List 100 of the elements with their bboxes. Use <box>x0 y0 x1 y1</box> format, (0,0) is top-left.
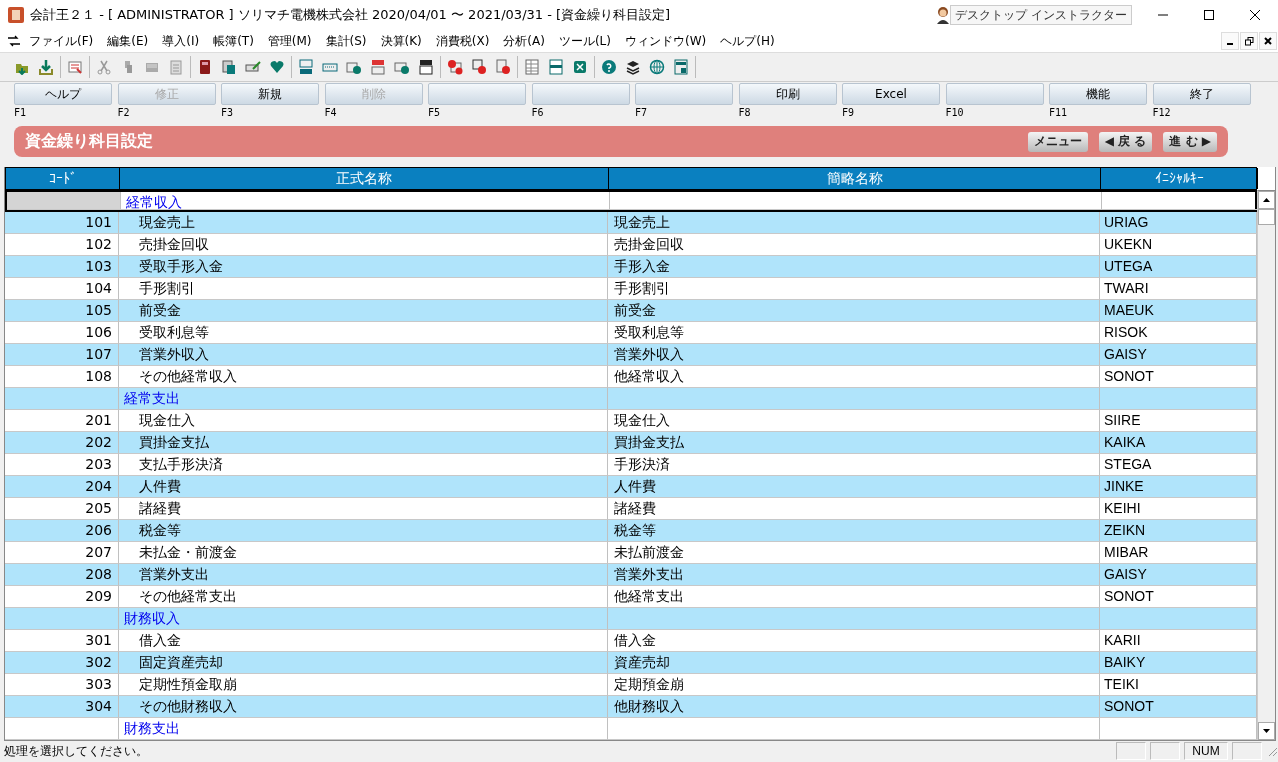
minimize-button[interactable] <box>1221 32 1239 50</box>
table-row[interactable]: 103 受取手形入金 手形入金 UTEGA <box>5 256 1257 278</box>
key-label: F1 <box>14 107 27 118</box>
table-row[interactable]: 205 諸経費 諸経費 KEIHI <box>5 498 1257 520</box>
clipboard-icon[interactable] <box>168 59 184 75</box>
status-panel <box>1232 742 1262 760</box>
table-row[interactable]: 102 売掛金回収 売掛金回収 UKEKN <box>5 234 1257 256</box>
calculator-icon[interactable] <box>673 59 689 75</box>
help-icon[interactable] <box>601 59 617 75</box>
close-icon <box>1250 10 1260 20</box>
menu-item[interactable]: 管理(M) <box>260 32 319 50</box>
table-row[interactable]: 経常収入 <box>5 190 1257 212</box>
menu-item[interactable]: 消費税(X) <box>428 32 497 50</box>
function-key-button[interactable]: 機能 <box>1049 83 1147 105</box>
list-icon[interactable] <box>67 59 83 75</box>
column-header[interactable]: 簡略名称 <box>609 168 1101 189</box>
function-key-button[interactable]: 印刷 <box>738 83 837 105</box>
table-row[interactable]: 203 支払手形決済 手形決済 STEGA <box>5 454 1257 476</box>
app-logo-icon <box>8 7 24 23</box>
table-row[interactable]: 財務支出 <box>5 718 1257 740</box>
key-label: F2 <box>117 107 130 118</box>
window-title: 会計王２１ - [ ADMINISTRATOR ] ソリマチ電機株式会社 2020/04/01 〜 2021/03/31 - [資金繰り科目設定] <box>30 6 672 24</box>
table-row[interactable]: 204 人件費 人件費 JINKE <box>5 476 1257 498</box>
close-button[interactable] <box>1259 32 1277 50</box>
menu-item[interactable]: ヘルプ(H) <box>713 32 782 50</box>
key-label: F8 <box>738 107 751 118</box>
table-row[interactable]: 104 手形割引 手形割引 TWARI <box>5 278 1257 300</box>
status-panel <box>1150 742 1180 760</box>
column-header[interactable]: ｲﾆｼｬﾙｷｰ <box>1101 168 1258 189</box>
yen-sheet-icon[interactable] <box>346 59 362 75</box>
instructor-badge[interactable]: デスクトップ インストラクター <box>950 5 1132 25</box>
coin-sheet-icon[interactable] <box>394 59 410 75</box>
table-row[interactable]: 303 定期性預金取崩 定期預金崩 TEIKI <box>5 674 1257 696</box>
add-sheet-icon[interactable] <box>447 59 463 75</box>
menu-item[interactable]: ファイル(F) <box>22 32 101 50</box>
key-label: F3 <box>221 107 234 118</box>
layers-icon[interactable] <box>625 59 641 75</box>
scroll-up-button[interactable] <box>1258 191 1275 209</box>
spreadsheet-icon[interactable] <box>572 59 588 75</box>
calendar-add-icon[interactable] <box>471 59 487 75</box>
table-row[interactable]: 108 その他経常収入 他経常収入 SONOT <box>5 366 1257 388</box>
table-row[interactable]: 207 未払金・前渡金 未払前渡金 MIBAR <box>5 542 1257 564</box>
scissors-icon[interactable] <box>96 59 112 75</box>
table-row[interactable]: 301 借入金 借入金 KARII <box>5 630 1257 652</box>
table-row[interactable]: 201 現金仕入 現金仕入 SIIRE <box>5 410 1257 432</box>
function-key-button[interactable]: 新規 <box>221 83 319 105</box>
function-key-button[interactable]: ヘルプ <box>14 83 112 105</box>
table-row[interactable]: 経常支出 <box>5 388 1257 410</box>
table-row[interactable]: 208 営業外支出 営業外支出 GAISY <box>5 564 1257 586</box>
keyboard-pen-icon[interactable] <box>245 59 261 75</box>
status-message: 処理を選択してください。 <box>4 742 149 760</box>
nav-button[interactable]: メニュー <box>1027 131 1088 152</box>
pages-icon[interactable] <box>221 59 237 75</box>
scroll-down-button[interactable] <box>1258 722 1275 740</box>
grid-icon[interactable] <box>524 59 540 75</box>
table-row[interactable]: 304 その他財務収入 他財務収入 SONOT <box>5 696 1257 718</box>
table-row[interactable]: 106 受取利息等 受取利息等 RISOK <box>5 322 1257 344</box>
heart-icon[interactable] <box>269 59 285 75</box>
table-row[interactable]: 209 その他経常支出 他経常支出 SONOT <box>5 586 1257 608</box>
restore-button[interactable] <box>1240 32 1258 50</box>
nav-button[interactable]: ◀ 戻 る <box>1098 131 1153 152</box>
globe-icon[interactable] <box>649 59 665 75</box>
table-row[interactable]: 202 買掛金支払 買掛金支払 KAIKA <box>5 432 1257 454</box>
menu-item[interactable]: ウィンドウ(W) <box>618 32 714 50</box>
key-label: F12 <box>1152 107 1171 118</box>
menu-item[interactable]: 導入(I) <box>155 32 207 50</box>
section-heading-cell: 経常収入 <box>121 192 610 210</box>
key-label: F5 <box>428 107 441 118</box>
menu-item[interactable]: 編集(E) <box>100 32 156 50</box>
menu-item[interactable]: 帳簿(T) <box>206 32 261 50</box>
down-arrow-icon <box>1263 729 1270 733</box>
column-header[interactable]: ｺｰﾄﾞ <box>6 168 120 189</box>
menu-item[interactable]: 決算(K) <box>373 32 429 50</box>
column-header[interactable]: 正式名称 <box>120 168 609 189</box>
table-icon[interactable] <box>548 59 564 75</box>
download-icon[interactable] <box>38 59 54 75</box>
table-row[interactable]: 302 固定資産売却 資産売却 BAIKY <box>5 652 1257 674</box>
page-title: 資金繰り科目設定 <box>25 131 154 152</box>
calendar-icon[interactable] <box>418 59 434 75</box>
nav-button[interactable]: 進 む ▶ <box>1163 131 1217 152</box>
table-row[interactable]: 107 営業外収入 営業外収入 GAISY <box>5 344 1257 366</box>
function-key-button[interactable]: Excel <box>842 83 940 105</box>
menu-item[interactable]: 分析(A) <box>496 32 552 50</box>
table-row[interactable]: 206 税金等 税金等 ZEIKN <box>5 520 1257 542</box>
key-label: F6 <box>531 107 544 118</box>
up-arrow-icon <box>1263 198 1270 202</box>
menu-item[interactable]: 集計(S) <box>318 32 374 50</box>
table-row[interactable]: 105 前受金 前受金 MAEUK <box>5 300 1257 322</box>
table-row[interactable]: 財務収入 <box>5 608 1257 630</box>
table-row[interactable]: 101 現金売上 現金売上 URIAG <box>5 212 1257 234</box>
menu-item[interactable]: ツール(L) <box>551 32 618 50</box>
export-sheet-icon[interactable] <box>370 59 386 75</box>
restore-icon <box>1244 36 1254 46</box>
section-heading-cell: 財務支出 <box>119 718 608 740</box>
book-icon[interactable] <box>197 59 213 75</box>
sheet-remove-icon[interactable] <box>495 59 511 75</box>
key-label: F11 <box>1049 107 1068 118</box>
key-label: F7 <box>635 107 648 118</box>
scrollbar-thumb[interactable] <box>1258 209 1275 225</box>
function-key-button[interactable]: 終了 <box>1152 83 1251 105</box>
